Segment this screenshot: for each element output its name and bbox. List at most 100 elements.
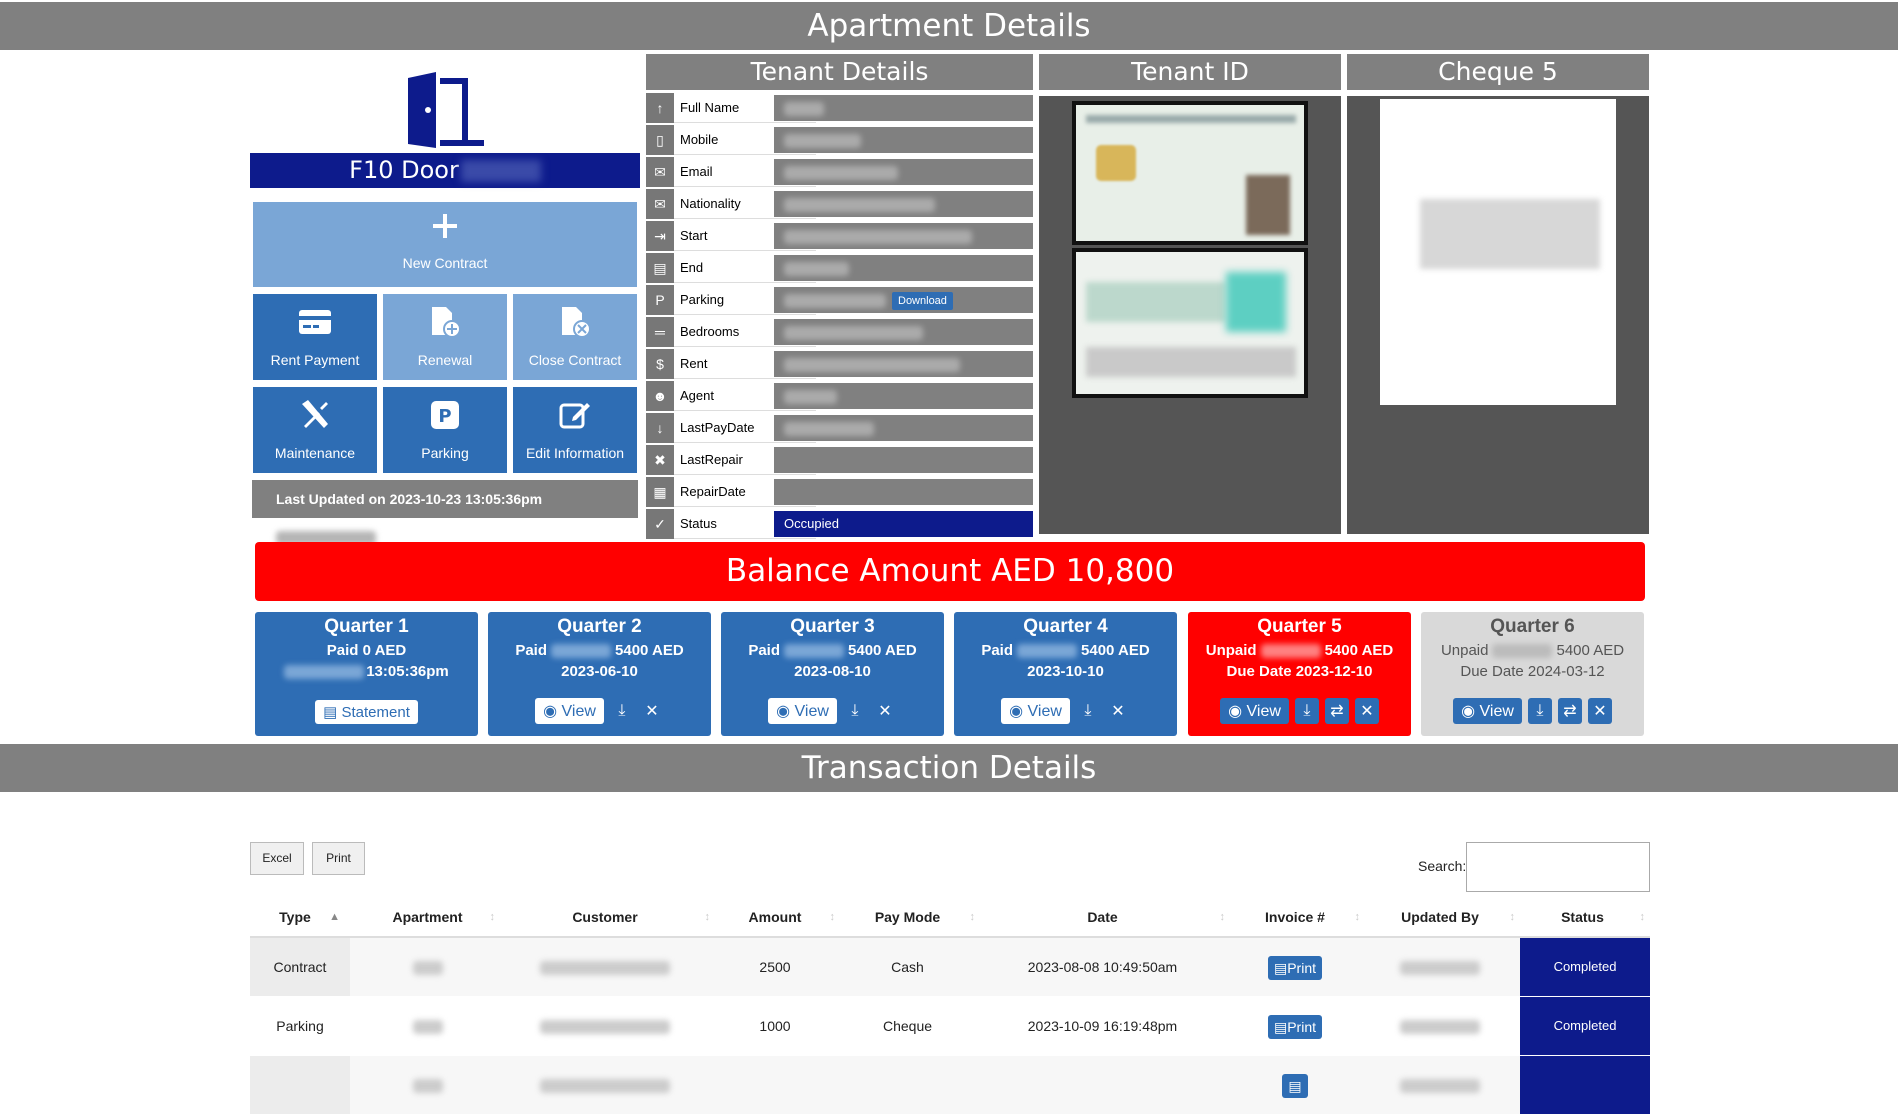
download-icon[interactable]: ⤓ xyxy=(1076,698,1100,724)
column-header-type[interactable]: Type ▲ xyxy=(250,902,340,932)
table-row[interactable]: Contract 2500 Cash 2023-08-08 10:49:50am ▤Pr… xyxy=(250,938,1650,996)
column-header-customer[interactable]: Customer ↕ xyxy=(500,902,710,932)
quarter-card-2: Quarter 2 Paid 5400 AED 2023-06-10 ◉ View ⤓ ✕ xyxy=(488,612,711,736)
sort-icon[interactable]: ↕ xyxy=(490,902,496,932)
quarter-title: Quarter 3 xyxy=(790,616,875,637)
eye-icon: ◉ xyxy=(776,703,795,720)
sort-icon[interactable]: ↕ xyxy=(705,902,711,932)
invoice-print-button[interactable]: ▤ xyxy=(1282,1074,1308,1099)
column-header-date[interactable]: Date ↕ xyxy=(980,902,1225,932)
transaction-details-title: Transaction Details xyxy=(0,744,1898,792)
view-label: View xyxy=(561,703,596,720)
table-row[interactable]: Parking 1000 Cheque 2023-10-09 16:19:48pm ▤P… xyxy=(250,997,1650,1055)
close-contract-button[interactable]: Close Contract xyxy=(513,294,637,380)
parking-button[interactable]: P Parking xyxy=(383,387,507,473)
cell-amount: 2500 xyxy=(759,959,791,975)
quarter-amount: Paid 5400 AED xyxy=(721,642,944,659)
column-header-invoice[interactable]: Invoice # ↕ xyxy=(1230,902,1360,932)
column-header-label: Type xyxy=(279,909,311,925)
view-button[interactable]: ◉ View xyxy=(1220,698,1289,724)
download-icon[interactable]: ⤓ xyxy=(610,698,634,724)
sort-icon[interactable]: ↕ xyxy=(1355,902,1361,932)
edit-icon xyxy=(513,397,637,433)
quarter-card-5: Quarter 5 Unpaid 5400 AED Due Date 2023-12-… xyxy=(1188,612,1411,736)
redacted-value xyxy=(784,101,824,116)
cell-customer xyxy=(500,997,710,1055)
eye-icon: ◉ xyxy=(1461,703,1480,720)
close-icon[interactable]: ✕ xyxy=(1587,698,1612,724)
close-icon[interactable]: ✕ xyxy=(873,698,897,724)
file-plus-icon xyxy=(383,304,507,340)
cell-invoice: ▤ xyxy=(1230,1056,1360,1114)
envelope-icon: ✉ xyxy=(646,157,674,187)
file-close-icon xyxy=(513,304,637,340)
quarter-amount-value: 5400 AED xyxy=(1081,642,1150,659)
quarter-actions: ◉ View ⤓ ✕ xyxy=(954,698,1177,724)
redacted-value xyxy=(784,421,874,436)
rent-payment-button[interactable]: Rent Payment xyxy=(253,294,377,380)
close-contract-label: Close Contract xyxy=(528,352,622,368)
tenant-row-nationality: ✉ Nationality xyxy=(646,189,1033,219)
download-icon[interactable]: ⤓ xyxy=(843,698,867,724)
redacted-value xyxy=(784,389,837,404)
exchange-icon[interactable]: ⇄ xyxy=(1557,698,1582,724)
quarter-date: 13:05:36pm xyxy=(255,663,478,680)
statement-icon: ▤ xyxy=(323,704,342,721)
parking-download-button[interactable]: Download xyxy=(892,291,953,310)
invoice-print-button[interactable]: ▤Print xyxy=(1267,1015,1323,1040)
close-icon[interactable]: ✕ xyxy=(1106,698,1130,724)
new-contract-button[interactable]: New Contract xyxy=(253,202,637,287)
view-button[interactable]: ◉ View xyxy=(1453,698,1522,724)
quarter-card-6: Quarter 6 Unpaid 5400 AED Due Date 2024-03-… xyxy=(1421,612,1644,736)
tenant-row-status: ✓ Status Occupied xyxy=(646,509,1033,539)
last-updated: Last Updated on 2023-10-23 13:05:36pm xyxy=(252,480,638,546)
column-header-updated-by[interactable]: Updated By ↕ xyxy=(1365,902,1515,932)
download-icon[interactable]: ⤓ xyxy=(1294,698,1319,724)
column-header-pay-mode[interactable]: Pay Mode ↕ xyxy=(840,902,975,932)
quarter-amount-value: 5400 AED xyxy=(1556,642,1625,659)
sort-icon[interactable]: ↕ xyxy=(970,902,976,932)
column-header-amount[interactable]: Amount ↕ xyxy=(715,902,835,932)
sort-icon[interactable]: ↕ xyxy=(1220,902,1226,932)
status-badge: Completed xyxy=(1520,997,1650,1055)
maintenance-button[interactable]: Maintenance xyxy=(253,387,377,473)
tenant-field-value xyxy=(774,415,1033,441)
view-button[interactable]: ◉ View xyxy=(1001,698,1070,724)
column-header-label: Updated By xyxy=(1401,909,1479,925)
tenant-field-value xyxy=(774,447,1033,473)
view-label: View xyxy=(794,703,829,720)
quarter-date: Due Date 2023-12-10 xyxy=(1226,663,1373,680)
quarter-status-word: Unpaid xyxy=(1440,642,1489,659)
search-input[interactable] xyxy=(1466,842,1650,892)
view-button[interactable]: ◉ View xyxy=(535,698,604,724)
excel-button[interactable]: Excel xyxy=(250,842,304,875)
cheque-panel xyxy=(1347,96,1649,534)
quarter-title: Quarter 2 xyxy=(557,616,642,637)
id-card-back-image xyxy=(1072,248,1308,398)
view-button[interactable]: ◉ View xyxy=(768,698,837,724)
page-title: Apartment Details xyxy=(0,2,1898,50)
edit-information-button[interactable]: Edit Information xyxy=(513,387,637,473)
column-header-apartment[interactable]: Apartment ↕ xyxy=(360,902,495,932)
statement-button[interactable]: ▤ Statement xyxy=(315,700,418,724)
print-button[interactable]: Print xyxy=(312,842,365,875)
sort-icon[interactable]: ↕ xyxy=(1510,902,1516,932)
download-icon[interactable]: ⤓ xyxy=(1527,698,1552,724)
quarter-status-word: Unpaid xyxy=(1205,642,1257,659)
close-icon[interactable]: ✕ xyxy=(640,698,664,724)
parking-label: Parking xyxy=(421,445,469,461)
sort-icon[interactable]: ▲ xyxy=(329,902,340,932)
tenant-id-title: Tenant ID xyxy=(1039,54,1341,90)
close-icon[interactable]: ✕ xyxy=(1354,698,1379,724)
table-row[interactable]: ▤ xyxy=(250,1056,1650,1114)
exchange-icon[interactable]: ⇄ xyxy=(1324,698,1349,724)
tenant-row-email: ✉ Email xyxy=(646,157,1033,187)
invoice-print-button[interactable]: ▤Print xyxy=(1267,956,1323,981)
renewal-button[interactable]: Renewal xyxy=(383,294,507,380)
quarter-amount: Paid 5400 AED xyxy=(954,642,1177,659)
view-label: View xyxy=(1027,703,1062,720)
sort-icon[interactable]: ↕ xyxy=(1640,902,1646,932)
tenant-field-value xyxy=(774,479,1033,505)
sort-icon[interactable]: ↕ xyxy=(830,902,836,932)
column-header-status[interactable]: Status ↕ xyxy=(1520,902,1645,932)
